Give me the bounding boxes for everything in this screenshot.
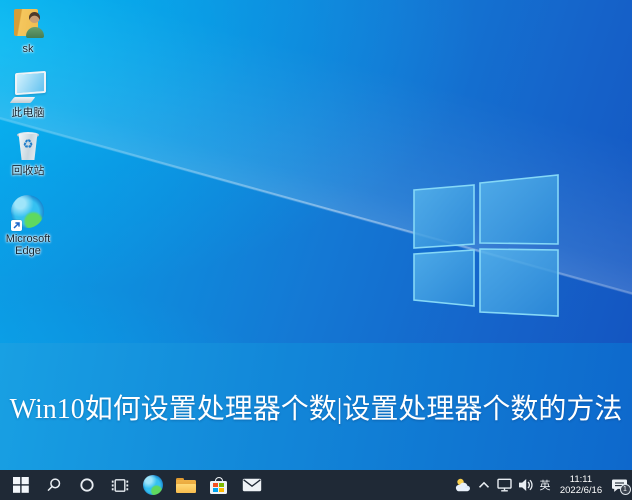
file-explorer-button[interactable] (169, 470, 202, 500)
taskbar-buttons (4, 470, 268, 500)
mail-button[interactable] (235, 470, 268, 500)
chevron-up-icon (478, 481, 490, 488)
user-folder-icon (10, 8, 46, 40)
desktop-icon-user-folder[interactable]: sk (0, 8, 56, 55)
search-button[interactable] (37, 470, 70, 500)
mail-envelope-icon (242, 478, 261, 492)
desktop-wallpaper: sk 此电脑 ♻ 回收站 Microsoft Edge Win10如何设置处理器… (0, 0, 632, 470)
recycle-symbol-icon: ♻ (22, 137, 34, 151)
system-tray: 英 11:11 2022/6/16 1 (450, 470, 631, 500)
volume-tray-button[interactable] (515, 470, 536, 500)
task-view-button[interactable] (103, 470, 136, 500)
notification-count-badge: 1 (619, 483, 631, 495)
action-center-button[interactable]: 1 (608, 470, 631, 500)
desktop-icon-label: Microsoft Edge (5, 233, 51, 257)
tray-date: 2022/6/16 (559, 485, 603, 496)
desktop-icon-microsoft-edge[interactable]: Microsoft Edge (0, 194, 56, 257)
this-pc-icon (9, 70, 46, 104)
start-button[interactable] (4, 470, 37, 500)
desktop-icon-label: sk (22, 43, 34, 55)
network-tray-button[interactable] (494, 470, 515, 500)
desktop-icon-this-pc[interactable]: 此电脑 (0, 70, 56, 119)
person-torso-shape (26, 27, 44, 38)
ime-language-indicator[interactable]: 英 (536, 470, 554, 500)
file-explorer-icon (175, 477, 196, 493)
cortana-circle-icon (79, 478, 94, 492)
windows-logo (413, 174, 559, 317)
task-view-icon (111, 478, 128, 492)
edge-icon (10, 194, 46, 231)
show-hidden-icons-button[interactable] (474, 470, 494, 500)
desktop-icon-label: 此电脑 (11, 107, 45, 119)
shortcut-arrow-icon (11, 220, 22, 231)
monitor-shape (15, 70, 46, 96)
weather-cloud-sun-icon (455, 478, 470, 492)
weather-tray-button[interactable] (450, 470, 474, 500)
desktop-icon-label: 回收站 (11, 165, 45, 177)
microsoft-store-icon (210, 476, 227, 494)
desktop-icon-recycle-bin[interactable]: ♻ 回收站 (0, 130, 56, 177)
language-label: 英 (539, 480, 551, 492)
tray-time: 11:11 (569, 474, 593, 485)
keyboard-shape (9, 97, 36, 103)
caption-title: Win10如何设置处理器个数|设置处理器个数的方法 (9, 393, 623, 425)
clock-tray-button[interactable]: 11:11 2022/6/16 (554, 470, 608, 500)
edge-icon (142, 475, 163, 495)
recycle-bin-icon: ♻ (10, 130, 46, 162)
cortana-button[interactable] (70, 470, 103, 500)
speaker-volume-icon (519, 479, 533, 491)
caption-banner: Win10如何设置处理器个数|设置处理器个数的方法 (0, 343, 632, 470)
network-ethernet-icon (496, 478, 512, 492)
person-head-shape (29, 12, 40, 23)
taskbar: 英 11:11 2022/6/16 1 (0, 470, 632, 500)
edge-taskbar-button[interactable] (136, 470, 169, 500)
windows-start-icon (12, 477, 29, 493)
windows-desktop-screen: sk 此电脑 ♻ 回收站 Microsoft Edge Win10如何设置处理器… (0, 0, 632, 500)
microsoft-store-button[interactable] (202, 470, 235, 500)
search-icon (46, 478, 60, 492)
